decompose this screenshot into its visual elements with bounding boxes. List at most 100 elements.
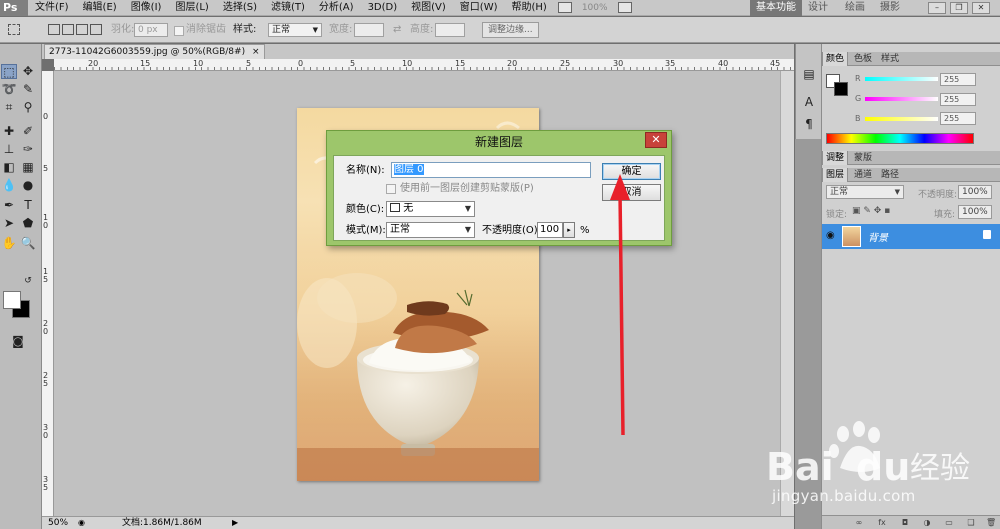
slider-b-value[interactable]: 255 (940, 112, 976, 125)
blend-mode-select[interactable]: 正常 ▼ (826, 185, 904, 199)
new-selection-icon[interactable] (48, 24, 60, 35)
menu-file[interactable]: 文件(F) (28, 0, 76, 16)
document-close-icon[interactable]: × (252, 47, 260, 57)
arrange-documents-icon[interactable] (617, 2, 632, 13)
swap-colors-icon[interactable]: ↺ (20, 274, 36, 289)
pen-tool-icon[interactable]: ✒ (1, 198, 17, 213)
zoom-tool-icon[interactable]: 🔍 (20, 236, 36, 251)
color-spectrum[interactable] (826, 133, 974, 144)
tab-channels[interactable]: 通道 (851, 168, 875, 182)
visibility-eye-icon[interactable]: ◉ (826, 230, 835, 241)
layer-opacity-input[interactable]: 100% (958, 185, 992, 199)
add-selection-icon[interactable] (62, 24, 74, 35)
gradient-tool-icon[interactable]: ▦ (20, 160, 36, 175)
dodge-tool-icon[interactable]: ● (20, 178, 36, 193)
close-icon[interactable]: ✕ (972, 2, 990, 14)
blur-tool-icon[interactable]: 💧 (1, 178, 17, 193)
menu-edit[interactable]: 编辑(E) (76, 0, 124, 16)
menu-analysis[interactable]: 分析(A) (312, 0, 361, 16)
workspace-painting[interactable]: 绘画 (845, 0, 865, 16)
adjustment-layer-icon[interactable]: ◑ (922, 518, 932, 528)
menu-filter[interactable]: 滤镜(T) (264, 0, 312, 16)
menu-3d[interactable]: 3D(D) (361, 0, 405, 16)
lasso-tool-icon[interactable]: ➰ (1, 82, 17, 97)
slider-g-value[interactable]: 255 (940, 93, 976, 106)
delete-layer-icon[interactable]: 🗑 (986, 518, 996, 528)
menu-select[interactable]: 选择(S) (216, 0, 264, 16)
swap-icon[interactable]: ⇄ (393, 17, 401, 43)
marquee-preset-icon[interactable] (8, 24, 20, 35)
menu-window[interactable]: 窗口(W) (453, 0, 505, 16)
tab-masks[interactable]: 蒙版 (851, 151, 875, 165)
character-panel-icon[interactable]: A (801, 94, 817, 110)
restore-icon[interactable]: ❐ (950, 2, 968, 14)
new-layer-icon[interactable]: ❑ (966, 518, 976, 528)
quick-select-tool-icon[interactable]: ✎ (20, 82, 36, 97)
eraser-tool-icon[interactable]: ◧ (1, 160, 17, 175)
tab-swatches[interactable]: 色板 (851, 52, 875, 66)
fx-icon[interactable]: fx (877, 518, 887, 528)
paragraph-panel-icon[interactable]: ¶ (801, 116, 817, 132)
screen-mode-icon[interactable] (557, 2, 572, 13)
background-color-swatch[interactable] (3, 291, 21, 309)
add-mask-icon[interactable]: ◘ (900, 518, 910, 528)
shape-tool-icon[interactable]: ⬟ (20, 216, 36, 231)
layer-row[interactable]: ◉ 背景 (822, 224, 1000, 249)
minimize-icon[interactable]: – (928, 2, 946, 14)
antialias-checkbox[interactable] (174, 26, 184, 36)
subtract-selection-icon[interactable] (76, 24, 88, 35)
mode-select[interactable]: 正常 ▼ (386, 222, 475, 238)
height-input[interactable] (435, 23, 465, 37)
tab-styles[interactable]: 样式 (878, 52, 902, 66)
status-menu-icon[interactable]: ◉ (78, 517, 85, 529)
opacity-input[interactable]: 100 (537, 222, 563, 238)
layer-name-input[interactable]: 图层 0 (391, 162, 591, 178)
tab-paths[interactable]: 路径 (878, 168, 902, 182)
status-zoom[interactable]: 50% (48, 517, 68, 529)
slider-g[interactable] (865, 97, 938, 101)
refine-edge-button[interactable]: 调整边缘... (482, 22, 539, 38)
status-arrow-icon[interactable]: ▶ (232, 517, 238, 529)
style-select[interactable]: 正常 ▼ (268, 23, 322, 37)
opacity-arrow-icon[interactable]: ▸ (563, 222, 575, 238)
history-brush-tool-icon[interactable]: ✑ (20, 142, 36, 157)
workspace-design[interactable]: 设计 (808, 0, 828, 16)
path-select-tool-icon[interactable]: ➤ (1, 216, 17, 231)
move-tool-icon[interactable]: ✥ (20, 64, 36, 79)
width-input[interactable] (354, 23, 384, 37)
feather-input[interactable]: 0 px (134, 23, 168, 37)
panel-background-swatch[interactable] (834, 82, 848, 96)
type-tool-icon[interactable]: T (20, 198, 36, 213)
layer-fill-input[interactable]: 100% (958, 205, 992, 219)
workspace-essentials-button[interactable]: 基本功能 (750, 0, 802, 16)
menu-layer[interactable]: 图层(L) (168, 0, 215, 16)
brush-tool-icon[interactable]: ✐ (20, 124, 36, 139)
lock-icons[interactable]: ▣ ✎ ✥ ▪ (852, 206, 890, 216)
hand-tool-icon[interactable]: ✋ (1, 236, 17, 251)
menu-help[interactable]: 帮助(H) (505, 0, 554, 16)
quick-mask-icon[interactable]: ◙ (10, 334, 26, 349)
crop-tool-icon[interactable]: ⌗ (1, 100, 17, 115)
slider-r-value[interactable]: 255 (940, 73, 976, 86)
tab-adjustments[interactable]: 调整 (822, 151, 849, 165)
eyedropper-tool-icon[interactable]: ⚲ (20, 100, 36, 115)
menu-image[interactable]: 图像(I) (124, 0, 169, 16)
dialog-close-icon[interactable]: ✕ (645, 132, 667, 148)
clone-stamp-tool-icon[interactable]: ⊥ (1, 142, 17, 157)
tab-color[interactable]: 颜色 (822, 52, 849, 66)
link-layers-icon[interactable]: ∞ (854, 518, 864, 528)
clip-mask-checkbox[interactable] (386, 184, 396, 194)
slider-r[interactable] (865, 77, 938, 81)
healing-brush-tool-icon[interactable]: ✚ (1, 124, 17, 139)
tab-layers[interactable]: 图层 (822, 168, 849, 182)
marquee-tool-icon[interactable]: ⬚ (1, 64, 17, 79)
history-panel-icon[interactable]: ▤ (801, 66, 817, 82)
slider-b[interactable] (865, 117, 938, 121)
new-group-icon[interactable]: ▭ (944, 518, 954, 528)
intersect-selection-icon[interactable] (90, 24, 102, 35)
document-tab[interactable]: 2773-11042G6003559.jpg @ 50%(RGB/8#) × (44, 44, 265, 59)
zoom-readout[interactable]: 100% (582, 3, 608, 13)
workspace-photography[interactable]: 摄影 (880, 0, 900, 16)
menu-view[interactable]: 视图(V) (404, 0, 453, 16)
color-select[interactable]: 无 ▼ (386, 201, 475, 217)
